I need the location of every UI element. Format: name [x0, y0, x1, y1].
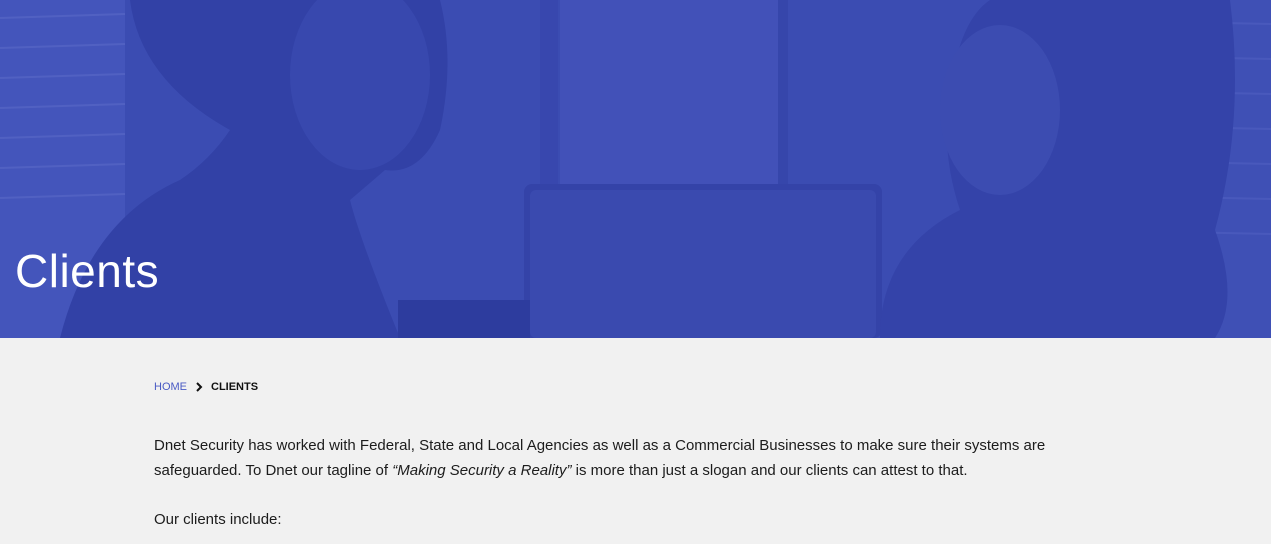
intro-paragraph: Dnet Security has worked with Federal, S…	[154, 433, 1084, 483]
clients-heading: Our clients include:	[154, 511, 282, 528]
intro-text-part2: is more than just a slogan and our clien…	[571, 462, 968, 479]
breadcrumb-current: CLIENTS	[211, 381, 259, 393]
breadcrumb: HOME CLIENTS	[154, 379, 1114, 395]
chevron-right-icon	[187, 381, 211, 393]
hero-background-image	[0, 0, 1271, 338]
main-content: HOME CLIENTS Dnet Security has worked wi…	[154, 338, 1114, 532]
breadcrumb-home-link[interactable]: HOME	[154, 381, 187, 393]
page-title: Clients	[15, 245, 160, 297]
tagline: “Making Security a Reality”	[392, 462, 572, 479]
page-hero: Clients	[0, 0, 1271, 338]
